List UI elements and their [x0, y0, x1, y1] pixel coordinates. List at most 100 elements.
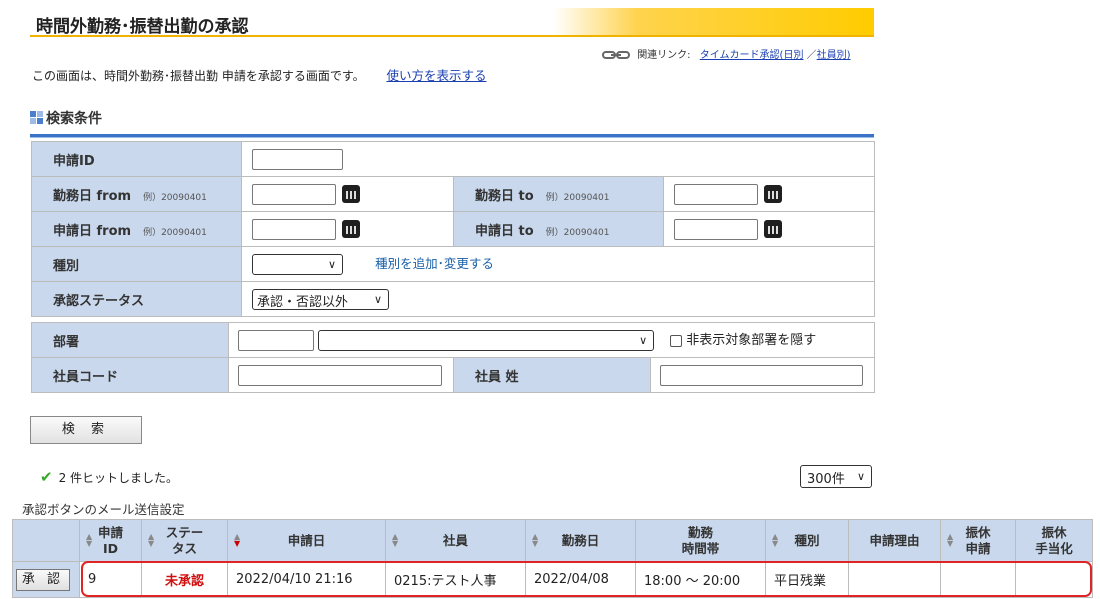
link-chain-icon	[602, 51, 630, 59]
apply-from-example: 例）20090401	[143, 227, 207, 238]
work-to-input[interactable]	[674, 183, 758, 205]
help-link[interactable]: 使い方を表示する	[386, 68, 486, 83]
sort-desc-icon: ▲ ▼	[234, 532, 241, 548]
apply-to-input[interactable]	[674, 218, 758, 240]
row-reason	[848, 561, 941, 598]
sort-icon: ▲ ▼	[532, 532, 539, 548]
sort-icon: ▲ ▼	[772, 532, 779, 548]
row-apply-date: 2022/04/10 21:16	[227, 561, 386, 598]
table-row: 承 認 9 未承認 2022/04/10 21:16 0215:テスト人事 20…	[12, 561, 1093, 598]
hit-count-text: 2 件ヒットしました。	[58, 471, 179, 485]
work-from-input[interactable]	[252, 183, 336, 205]
per-page-value: 300件	[807, 472, 845, 487]
timecard-daily-link[interactable]: タイムカード承認(日別	[700, 50, 804, 61]
hide-dept-label: 非表示対象部署を隠す	[686, 333, 817, 348]
header-work-date[interactable]: ▲ ▼ 勤務日	[525, 519, 636, 562]
hit-count: ✔ 2 件ヒットしました。	[40, 468, 178, 486]
search-section-label: 検索条件	[46, 111, 102, 127]
header-type[interactable]: ▲ ▼ 種別	[765, 519, 849, 562]
calendar-icon[interactable]	[764, 220, 782, 238]
apply-to-example: 例）20090401	[545, 227, 610, 238]
row-type: 平日残業	[765, 561, 849, 598]
dept-select[interactable]: ∨	[318, 330, 655, 351]
search-section-title: 検索条件	[30, 108, 102, 128]
calendar-icon[interactable]	[342, 185, 360, 203]
dept-row: 部署 ∨ 非表示対象部署を隠す	[31, 322, 876, 358]
dept-code-input[interactable]	[238, 330, 314, 351]
sort-icon: ▲ ▼	[86, 532, 93, 548]
calendar-icon[interactable]	[342, 220, 360, 238]
header-apply-date[interactable]: ▲ ▼ 申請日	[227, 519, 386, 562]
work-from-example: 例）20090401	[143, 192, 207, 203]
apply-date-row: 申請日 from 例）20090401 申請日 to 例）20090401	[31, 211, 876, 247]
timecard-employee-link[interactable]: 社員別)	[817, 50, 851, 61]
calendar-icon[interactable]	[764, 185, 782, 203]
chevron-down-icon: ∨	[856, 470, 865, 483]
header-comp-apply[interactable]: ▲ ▼ 振休 申請	[940, 519, 1016, 562]
row-comp-apply	[940, 561, 1016, 598]
results-table: ▲ ▼ 申請 ID ▲ ▼ ステー タス ▲ ▼ 申請日 ▲ ▼ 社員 ▲ ▼ 勤務日 勤務 時間帯…	[12, 519, 1093, 598]
header-status[interactable]: ▲ ▼ ステー タス	[141, 519, 228, 562]
work-to-example: 例）20090401	[545, 192, 610, 203]
header-id[interactable]: ▲ ▼ 申請 ID	[79, 519, 142, 562]
emp-name-label: 社員 姓	[453, 357, 651, 393]
header-time: 勤務 時間帯	[635, 519, 766, 562]
row-time: 18:00 ～ 20:00	[635, 561, 766, 598]
apply-from-input[interactable]	[252, 218, 336, 240]
sort-icon: ▲ ▼	[392, 532, 399, 548]
chevron-down-icon: ∨	[639, 334, 648, 347]
mail-setting-link[interactable]: 承認ボタンのメール送信設定	[22, 499, 185, 518]
row-id: 9	[79, 561, 142, 598]
work-to-label: 勤務日 to	[475, 188, 534, 204]
intro-text: この画面は、時間外勤務･振替出勤 申請を承認する画面です。	[32, 69, 365, 83]
apply-from-label: 申請日 from	[53, 223, 132, 239]
row-work-date: 2022/04/08	[525, 561, 636, 598]
chevron-down-icon: ∨	[327, 258, 336, 271]
chevron-down-icon: ∨	[373, 292, 382, 306]
search-form-table-1: 申請ID 勤務日 from 例）20090401 勤務日 to 例）20090401…	[31, 141, 876, 317]
search-button[interactable]: 検 索	[30, 416, 142, 444]
intro: この画面は、時間外勤務･振替出勤 申請を承認する画面です。 使い方を表示する	[32, 65, 486, 84]
page-title-bar: 時間外勤務･振替出勤の承認	[30, 8, 874, 37]
results-header-row: ▲ ▼ 申請 ID ▲ ▼ ステー タス ▲ ▼ 申請日 ▲ ▼ 社員 ▲ ▼ 勤務日 勤務 時間帯…	[12, 519, 1093, 562]
sort-icon: ▲ ▼	[947, 532, 954, 548]
work-from-label: 勤務日 from	[53, 188, 132, 204]
header-reason: 申請理由	[848, 519, 941, 562]
emp-code-input[interactable]	[238, 364, 442, 386]
status-label: 承認ステータス	[31, 281, 242, 317]
related-label: 関連リンク:	[637, 50, 691, 61]
emp-code-label: 社員コード	[31, 357, 229, 393]
type-select[interactable]: ∨	[252, 254, 343, 275]
status-row: 承認ステータス 承認・否認以外 ∨	[31, 281, 876, 317]
section-divider	[30, 134, 874, 138]
status-select-value: 承認・否認以外	[257, 294, 349, 310]
header-employee[interactable]: ▲ ▼ 社員	[385, 519, 526, 562]
apply-id-label: 申請ID	[31, 141, 242, 177]
header-comp-allow: 振休 手当化	[1015, 519, 1093, 562]
related-separator: ／	[806, 50, 817, 61]
type-edit-link[interactable]: 種別を追加･変更する	[375, 256, 494, 271]
employee-row: 社員コード 社員 姓	[31, 357, 876, 393]
page-title: 時間外勤務･振替出勤の承認	[36, 17, 249, 37]
apply-id-row: 申請ID	[31, 141, 876, 177]
apply-id-input[interactable]	[252, 148, 343, 170]
row-status: 未承認	[141, 561, 228, 598]
hide-dept-checkbox[interactable]	[670, 334, 683, 347]
grid-icon	[30, 111, 43, 124]
apply-to-label: 申請日 to	[475, 223, 534, 239]
type-label: 種別	[31, 246, 242, 282]
approve-button[interactable]: 承 認	[16, 568, 70, 591]
row-comp-allow	[1015, 561, 1093, 598]
dept-label: 部署	[31, 322, 229, 358]
emp-name-input[interactable]	[660, 364, 863, 386]
type-row: 種別 ∨ 種別を追加･変更する	[31, 246, 876, 282]
work-date-row: 勤務日 from 例）20090401 勤務日 to 例）20090401	[31, 176, 876, 212]
related-links: 関連リンク: タイムカード承認(日別 ／社員別)	[602, 46, 851, 61]
per-page-select[interactable]: 300件 ∨	[800, 465, 872, 488]
check-icon: ✔	[40, 468, 53, 486]
status-select[interactable]: 承認・否認以外 ∨	[252, 288, 389, 310]
sort-icon: ▲ ▼	[148, 532, 155, 548]
row-employee: 0215:テスト人事	[385, 561, 526, 598]
header-action	[12, 519, 80, 562]
search-form-table-2: 部署 ∨ 非表示対象部署を隠す 社員コード 社員 姓	[31, 322, 876, 393]
